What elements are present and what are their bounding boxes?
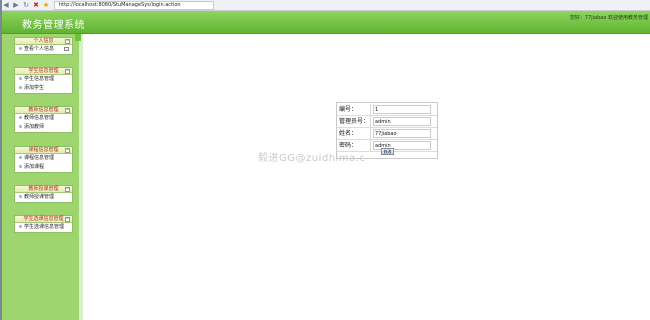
forward-icon[interactable]: ▶ <box>12 1 20 9</box>
sidebar-item-label: 添加课程 <box>24 164 45 170</box>
bullet-icon <box>19 47 22 50</box>
name-label: 姓名： <box>338 128 371 139</box>
id-label: 编号： <box>338 104 371 115</box>
collapse-icon[interactable]: ^ <box>65 217 70 222</box>
address-bar[interactable]: http://localhost:8080/StuManageSys/login… <box>54 0 214 10</box>
browser-toolbar: ◀ ▶ ↻ ✖ ★ http://localhost:8080/StuManag… <box>0 0 650 11</box>
sidebar-item-teacher-management[interactable]: 教师信息管理 <box>15 114 72 123</box>
panel-personal-info: 个人信息 ^ 查看个人信息 <box>14 37 73 55</box>
panel-teaching-management: 教师授课管理 ^ 教师授课管理 <box>14 185 73 203</box>
panel-title[interactable]: 学生选课信息管理 ^ <box>15 216 72 223</box>
sidebar-item-label: 课程信息管理 <box>24 155 55 161</box>
favorite-icon[interactable]: ★ <box>42 1 50 9</box>
sidebar-item-add-student[interactable]: 添加学生 <box>15 84 72 93</box>
panel-title-label: 教师授课管理 <box>28 186 59 192</box>
page-header: 教务管理系统 您好：77jiabao 欢迎使用教务管理 <box>2 11 650 34</box>
bullet-icon <box>19 86 22 89</box>
panel-title-label: 个人信息 <box>33 38 54 44</box>
id-field[interactable] <box>373 105 431 114</box>
panel-title-label: 学生信息管理 <box>28 68 59 74</box>
sidebar-item-course-management[interactable]: 课程信息管理 <box>15 154 72 163</box>
panel-title-label: 学生选课信息管理 <box>23 216 64 222</box>
bullet-icon <box>19 165 22 168</box>
sidebar-item-label: 教师信息管理 <box>24 115 55 121</box>
collapse-icon[interactable]: ^ <box>65 187 70 192</box>
form-row-admin-no: 管理员号： <box>337 116 437 127</box>
modify-button[interactable]: 修改 <box>381 148 394 155</box>
panel-title[interactable]: 教师授课管理 ^ <box>15 186 72 193</box>
back-icon[interactable]: ◀ <box>2 1 10 9</box>
panel-title[interactable]: 教师信息管理 ^ <box>15 107 72 114</box>
panel-title[interactable]: 学生信息管理 ^ <box>15 68 72 75</box>
form-row-id: 编号： <box>337 104 437 115</box>
refresh-icon[interactable]: ↻ <box>22 1 30 9</box>
sidebar-item-label: 学生信息管理 <box>24 76 55 82</box>
bullet-icon <box>19 116 22 119</box>
bullet-icon <box>19 225 22 228</box>
bullet-icon <box>19 156 22 159</box>
sidebar-toggle[interactable] <box>75 34 81 41</box>
sidebar-item-label: 学生选课信息管理 <box>24 224 65 230</box>
panel-teacher-management: 教师信息管理 ^ 教师信息管理 添加教师 <box>14 106 73 133</box>
bullet-icon <box>19 77 22 80</box>
app-title: 教务管理系统 <box>22 20 85 31</box>
sidebar-item-teaching-management[interactable]: 教师授课管理 <box>15 193 72 202</box>
panel-course-selection: 学生选课信息管理 ^ 学生选课信息管理 <box>14 215 73 233</box>
stop-icon[interactable]: ✖ <box>32 1 40 9</box>
panel-title[interactable]: 课程信息管理 ^ <box>15 147 72 154</box>
collapse-icon[interactable]: ^ <box>65 39 70 44</box>
admin-no-field[interactable] <box>373 117 431 126</box>
collapse-icon[interactable]: ^ <box>65 148 70 153</box>
sidebar-item-student-management[interactable]: 学生信息管理 <box>15 75 72 84</box>
name-field[interactable] <box>373 129 431 138</box>
collapse-icon[interactable]: ^ <box>65 108 70 113</box>
sidebar-item-view-profile[interactable]: 查看个人信息 <box>15 45 72 54</box>
form-row-name: 姓名： <box>337 128 437 139</box>
panel-title-label: 课程信息管理 <box>28 147 59 153</box>
panel-course-management: 课程信息管理 ^ 课程信息管理 添加课程 <box>14 146 73 173</box>
bullet-icon <box>19 195 22 198</box>
sidebar-divider <box>79 34 83 320</box>
watermark-text: 毅进GG@zuidhima.c <box>258 153 366 164</box>
id-card-icon <box>64 47 69 51</box>
sidebar-item-label: 添加教师 <box>24 124 45 130</box>
panel-student-management: 学生信息管理 ^ 学生信息管理 添加学生 <box>14 67 73 94</box>
bullet-icon <box>19 125 22 128</box>
sidebar-item-label: 查看个人信息 <box>24 46 55 52</box>
panel-title-label: 教师信息管理 <box>28 107 59 113</box>
sidebar-item-add-teacher[interactable]: 添加教师 <box>15 123 72 132</box>
panel-title[interactable]: 个人信息 ^ <box>15 38 72 45</box>
admin-no-label: 管理员号： <box>339 116 371 127</box>
sidebar-item-label: 教师授课管理 <box>24 194 55 200</box>
welcome-text: 您好：77jiabao 欢迎使用教务管理 <box>569 15 648 21</box>
sidebar-item-label: 添加学生 <box>24 85 45 91</box>
sidebar-item-add-course[interactable]: 添加课程 <box>15 163 72 172</box>
collapse-icon[interactable]: ^ <box>65 69 70 74</box>
sidebar-item-course-selection[interactable]: 学生选课信息管理 <box>15 223 72 232</box>
